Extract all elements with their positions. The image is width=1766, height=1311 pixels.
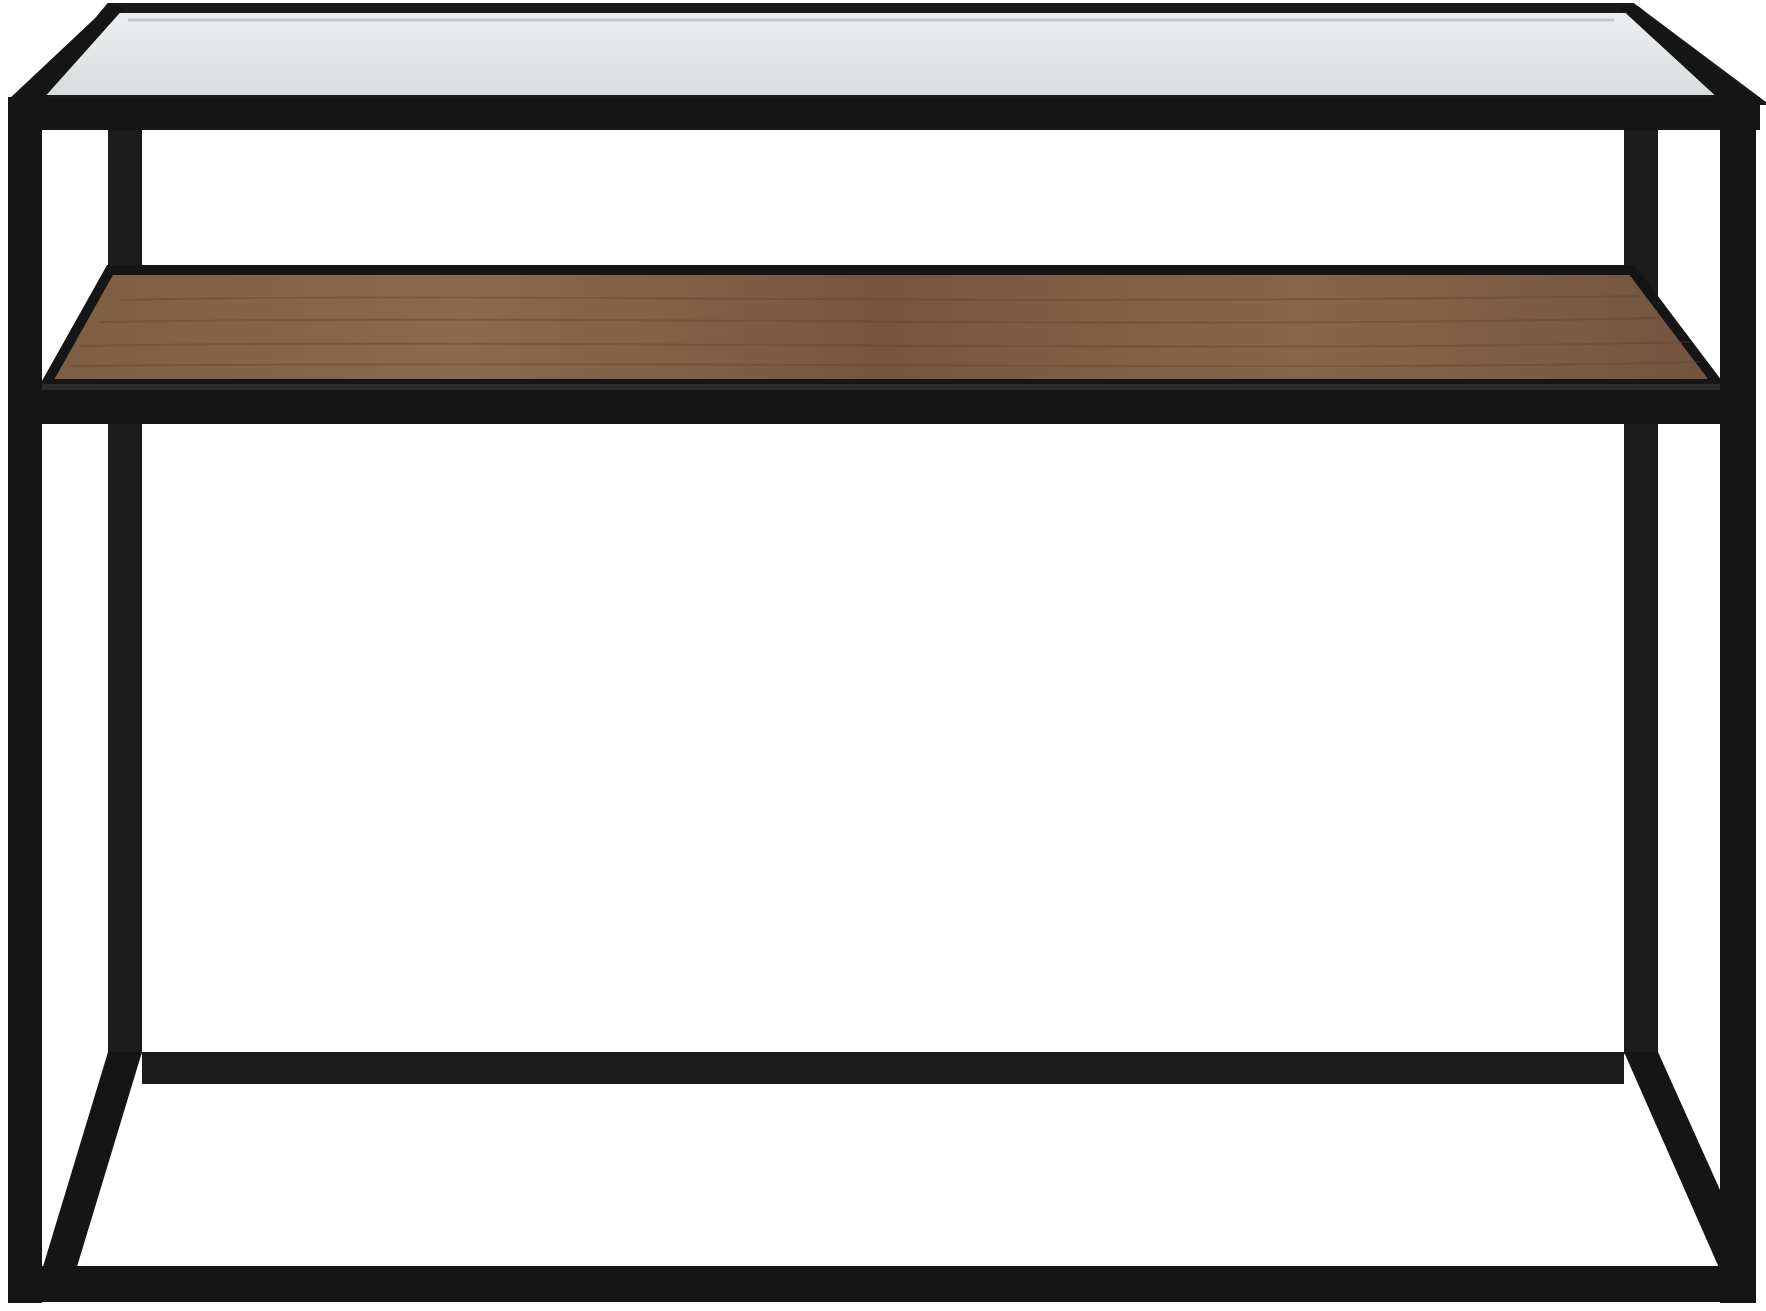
bottom-back-rail [142,1052,1624,1084]
bottom-left-side-rail [42,1052,142,1270]
top-front-rail [8,97,1760,130]
product-photo [0,0,1766,1311]
wood-shelf [37,265,1729,389]
glass-top [23,2,1766,105]
shelf-front-rail-highlight [42,384,1720,390]
front-right-leg [1720,97,1756,1303]
console-table-illustration [8,2,1766,1303]
front-left-leg [8,97,42,1303]
bottom-front-rail [8,1266,1756,1302]
